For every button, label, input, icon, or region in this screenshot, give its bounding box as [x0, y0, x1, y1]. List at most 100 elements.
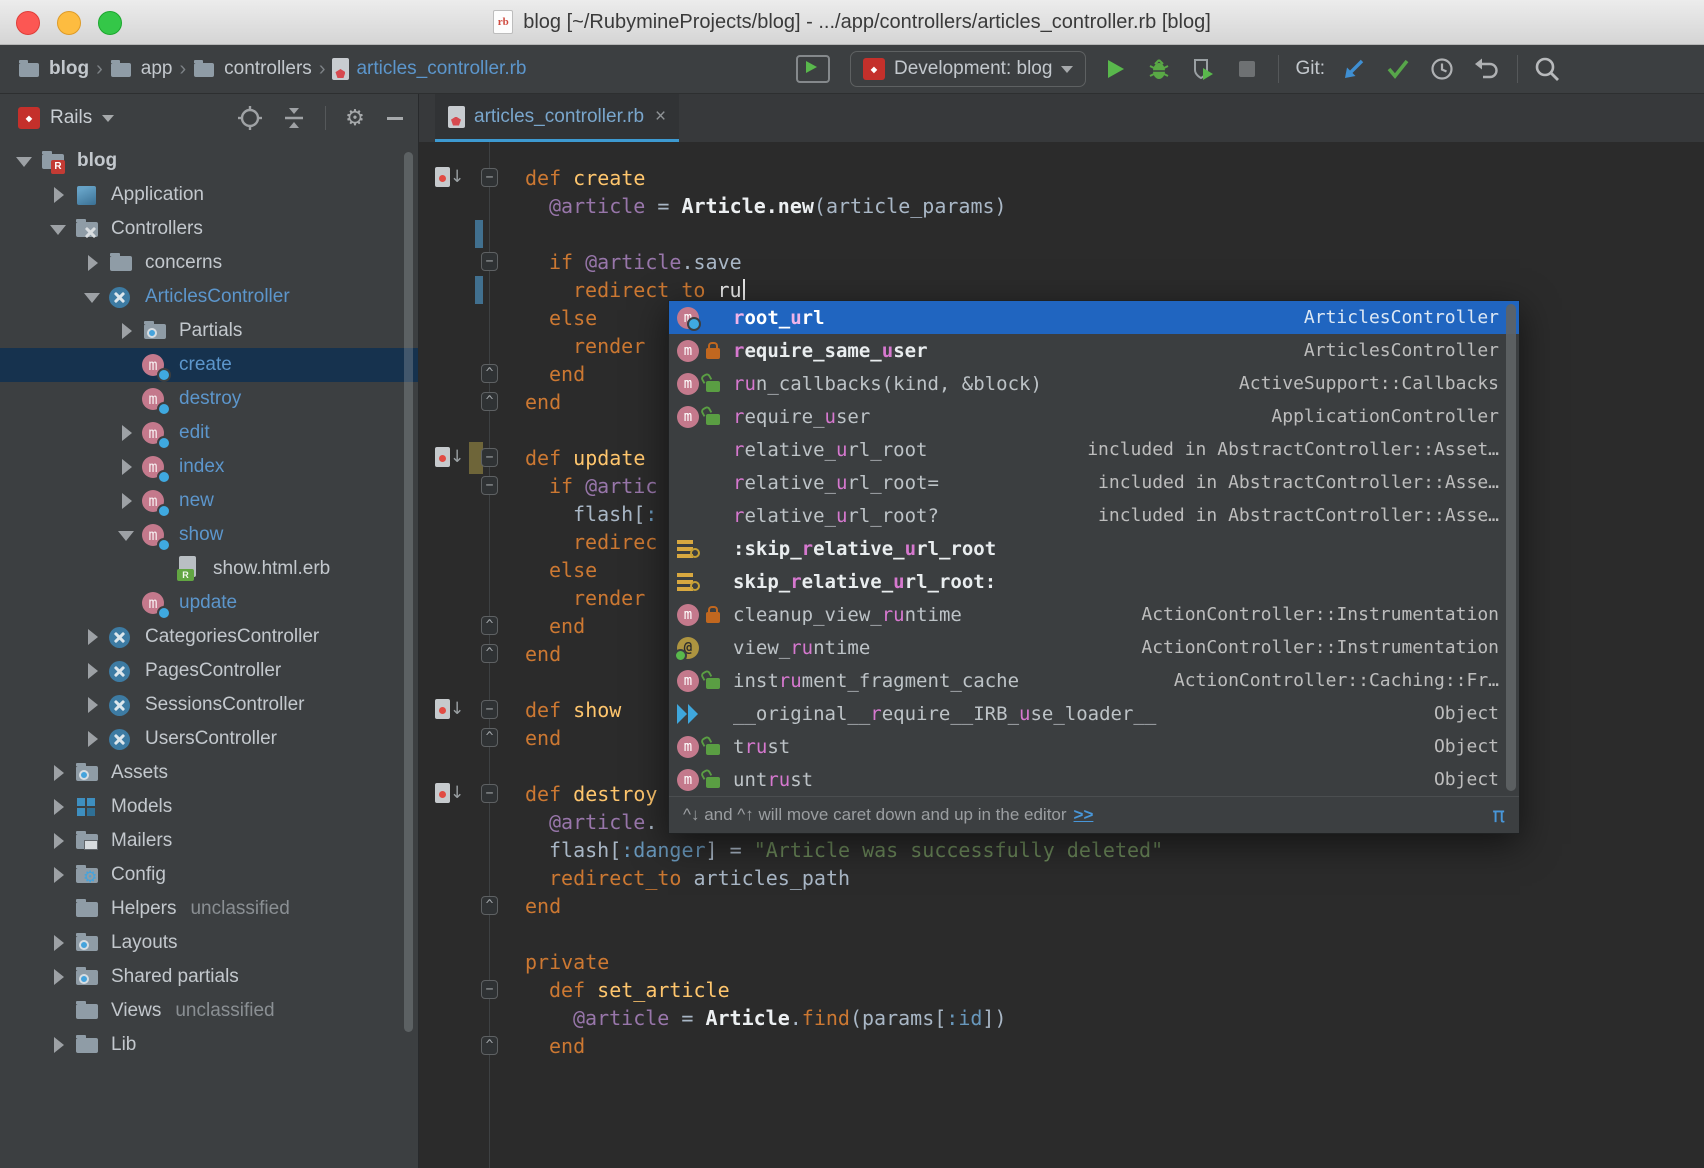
settings-gear-icon[interactable]: ⚙ — [340, 103, 370, 133]
tree-item-index[interactable]: mindex — [0, 450, 418, 484]
rollback-button[interactable] — [1471, 54, 1501, 84]
tree-item-blog[interactable]: Rblog — [0, 144, 418, 178]
completion-item-original-require-irb-use-loader[interactable]: __original__require__IRB_use_loader__Obj… — [669, 697, 1519, 730]
fold-marker-open-icon[interactable]: − — [481, 252, 498, 271]
code-line[interactable]: private — [419, 948, 1704, 976]
expand-arrow-icon[interactable] — [44, 1028, 74, 1062]
expand-arrow-icon[interactable] — [112, 416, 142, 450]
completion-item-view-runtime[interactable]: @view_runtimeActionController::Instrumen… — [669, 631, 1519, 664]
zoom-window-button[interactable] — [98, 11, 122, 35]
completion-item-cleanup-view-runtime[interactable]: mcleanup_view_runtimeActionController::I… — [669, 598, 1519, 631]
code-line[interactable]: ^end — [419, 1032, 1704, 1060]
expand-arrow-icon[interactable] — [112, 450, 142, 484]
fold-marker-close-icon[interactable]: ^ — [481, 644, 498, 663]
fold-marker-open-icon[interactable]: − — [481, 980, 498, 999]
completion-item-require-user[interactable]: mrequire_userApplicationController — [669, 400, 1519, 433]
fold-marker-close-icon[interactable]: ^ — [481, 616, 498, 635]
run-configuration-select[interactable]: ◆ Development: blog — [850, 51, 1086, 87]
tree-item-show-html-erb[interactable]: Rshow.html.erb — [0, 552, 418, 586]
tree-item-show[interactable]: mshow — [0, 518, 418, 552]
tree-item-shared-partials[interactable]: Shared partials — [0, 960, 418, 994]
run-button[interactable] — [1100, 54, 1130, 84]
expand-arrow-icon[interactable] — [78, 722, 108, 756]
fold-marker-open-icon[interactable]: − — [481, 700, 498, 719]
tree-item-application[interactable]: Application — [0, 178, 418, 212]
tree-item-assets[interactable]: Assets — [0, 756, 418, 790]
collapse-all-button[interactable] — [279, 103, 309, 133]
history-button[interactable] — [1427, 54, 1457, 84]
tree-item-mailers[interactable]: Mailers — [0, 824, 418, 858]
rails-action-icon[interactable]: ↓ — [435, 446, 467, 470]
fold-marker-open-icon[interactable]: − — [481, 784, 498, 803]
tree-item-articlescontroller[interactable]: ArticlesController — [0, 280, 418, 314]
code-line[interactable] — [419, 220, 1704, 248]
fold-marker-open-icon[interactable]: − — [481, 168, 498, 187]
completion-item-trust[interactable]: mtrustObject — [669, 730, 1519, 763]
expand-arrow-icon[interactable] — [78, 246, 108, 280]
code-line[interactable]: redirect_to articles_path — [419, 864, 1704, 892]
completion-item-relative-url-root[interactable]: relative_url_rootincluded in AbstractCon… — [669, 433, 1519, 466]
tree-item-controllers[interactable]: Controllers — [0, 212, 418, 246]
expand-arrow-icon[interactable] — [78, 688, 108, 722]
hint-more-link[interactable]: >> — [1074, 805, 1094, 825]
completion-item-skip-relative-url-root[interactable]: :skip_relative_url_root — [669, 532, 1519, 565]
expand-arrow-icon[interactable] — [44, 960, 74, 994]
tree-item-destroy[interactable]: mdestroy — [0, 382, 418, 416]
tree-item-config[interactable]: ⚙Config — [0, 858, 418, 892]
code-line[interactable]: @article = Article.find(params[:id]) — [419, 1004, 1704, 1032]
chevron-down-icon[interactable] — [102, 115, 114, 122]
completion-item-run-callbacks-kind-block[interactable]: mrun_callbacks(kind, &block)ActiveSuppor… — [669, 367, 1519, 400]
code-line[interactable] — [419, 920, 1704, 948]
tree-scrollbar[interactable] — [404, 152, 413, 1032]
code-line[interactable]: −if @article.save — [419, 248, 1704, 276]
breadcrumb-item-controllers[interactable]: controllers — [193, 57, 312, 81]
tab-articles-controller[interactable]: articles_controller.rb × — [435, 94, 679, 142]
tree-item-partials[interactable]: Partials — [0, 314, 418, 348]
tree-item-new[interactable]: mnew — [0, 484, 418, 518]
tree-item-views[interactable]: Viewsunclassified — [0, 994, 418, 1028]
close-window-button[interactable] — [16, 11, 40, 35]
rails-action-icon[interactable]: ↓ — [435, 166, 467, 190]
tree-item-helpers[interactable]: Helpersunclassified — [0, 892, 418, 926]
completion-item-relative-url-root[interactable]: relative_url_root?included in AbstractCo… — [669, 499, 1519, 532]
tree-item-userscontroller[interactable]: UsersController — [0, 722, 418, 756]
fold-marker-close-icon[interactable]: ^ — [481, 364, 498, 383]
tree-item-concerns[interactable]: concerns — [0, 246, 418, 280]
code-line[interactable]: ↓−def create — [419, 164, 1704, 192]
code-line[interactable]: ^end — [419, 892, 1704, 920]
fold-marker-close-icon[interactable]: ^ — [481, 728, 498, 747]
completion-item-untrust[interactable]: muntrustObject — [669, 763, 1519, 796]
expand-arrow-icon[interactable] — [112, 484, 142, 518]
tree-item-categoriescontroller[interactable]: CategoriesController — [0, 620, 418, 654]
locate-file-button[interactable] — [235, 103, 265, 133]
search-everywhere-icon[interactable] — [1532, 54, 1562, 84]
update-project-button[interactable] — [1339, 54, 1369, 84]
expand-arrow-icon[interactable] — [44, 824, 74, 858]
expand-arrow-icon[interactable] — [78, 654, 108, 688]
tree-item-sessionscontroller[interactable]: SessionsController — [0, 688, 418, 722]
code-line[interactable]: −def set_article — [419, 976, 1704, 1004]
fold-marker-close-icon[interactable]: ^ — [481, 1036, 498, 1055]
debug-button[interactable] — [1144, 54, 1174, 84]
breadcrumb-item-blog[interactable]: blog — [18, 57, 89, 81]
rails-action-icon[interactable]: ↓ — [435, 782, 467, 806]
expand-arrow-icon[interactable] — [44, 790, 74, 824]
expand-arrow-icon[interactable] — [44, 858, 74, 892]
fold-marker-open-icon[interactable]: − — [481, 448, 498, 467]
collapse-arrow-icon[interactable] — [10, 144, 40, 178]
breadcrumb-item-app[interactable]: app — [110, 57, 173, 81]
collapse-arrow-icon[interactable] — [78, 280, 108, 314]
completion-item-skip-relative-url-root[interactable]: skip_relative_url_root: — [669, 565, 1519, 598]
stop-button[interactable] — [1232, 54, 1262, 84]
tree-item-pagescontroller[interactable]: PagesController — [0, 654, 418, 688]
expand-arrow-icon[interactable] — [44, 178, 74, 212]
fold-marker-open-icon[interactable]: − — [481, 476, 498, 495]
expand-arrow-icon[interactable] — [44, 926, 74, 960]
code-line[interactable]: @article = Article.new(article_params) — [419, 192, 1704, 220]
minimize-window-button[interactable] — [57, 11, 81, 35]
tree-item-edit[interactable]: medit — [0, 416, 418, 450]
tree-item-models[interactable]: Models — [0, 790, 418, 824]
collapse-arrow-icon[interactable] — [112, 518, 142, 552]
run-with-coverage-button[interactable] — [1188, 54, 1218, 84]
completion-item-root-url[interactable]: mroot_urlArticlesController — [669, 301, 1519, 334]
